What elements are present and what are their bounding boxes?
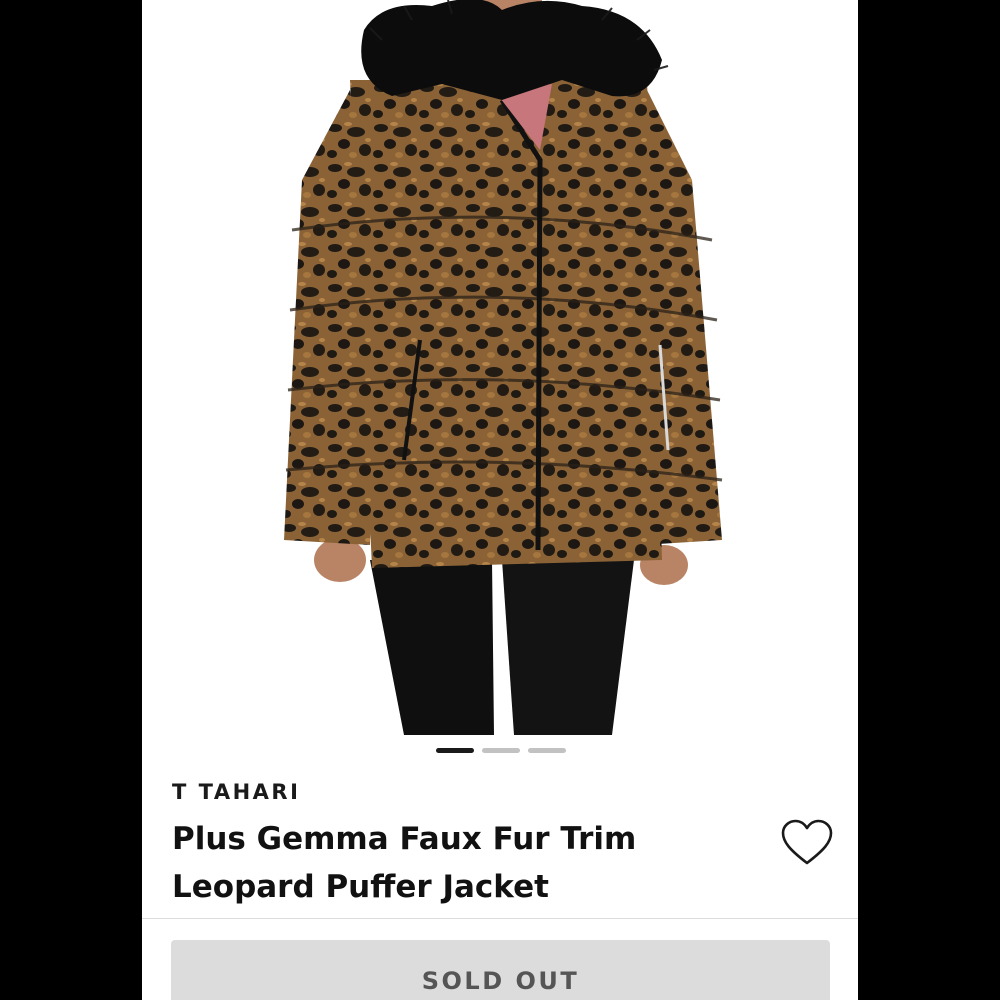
divider <box>142 918 858 919</box>
carousel-indicator <box>142 748 858 756</box>
sold-out-button[interactable]: SOLD OUT <box>171 940 830 1000</box>
wishlist-button[interactable] <box>780 818 834 870</box>
product-image[interactable] <box>142 0 858 735</box>
carousel-dot-2[interactable] <box>482 748 520 753</box>
carousel-dot-3[interactable] <box>528 748 566 753</box>
product-title: Plus Gemma Faux Fur Trim Leopard Puffer … <box>172 815 732 911</box>
heart-outline-icon <box>781 819 833 865</box>
product-title-line-1: Plus Gemma Faux Fur Trim <box>172 821 637 857</box>
carousel-dot-1[interactable] <box>436 748 474 753</box>
jacket-photo <box>284 0 723 735</box>
brand-name[interactable]: T TAHARI <box>172 780 300 804</box>
product-screen: T TAHARI Plus Gemma Faux Fur Trim Leopar… <box>142 0 858 1000</box>
product-title-line-2: Leopard Puffer Jacket <box>172 869 549 905</box>
